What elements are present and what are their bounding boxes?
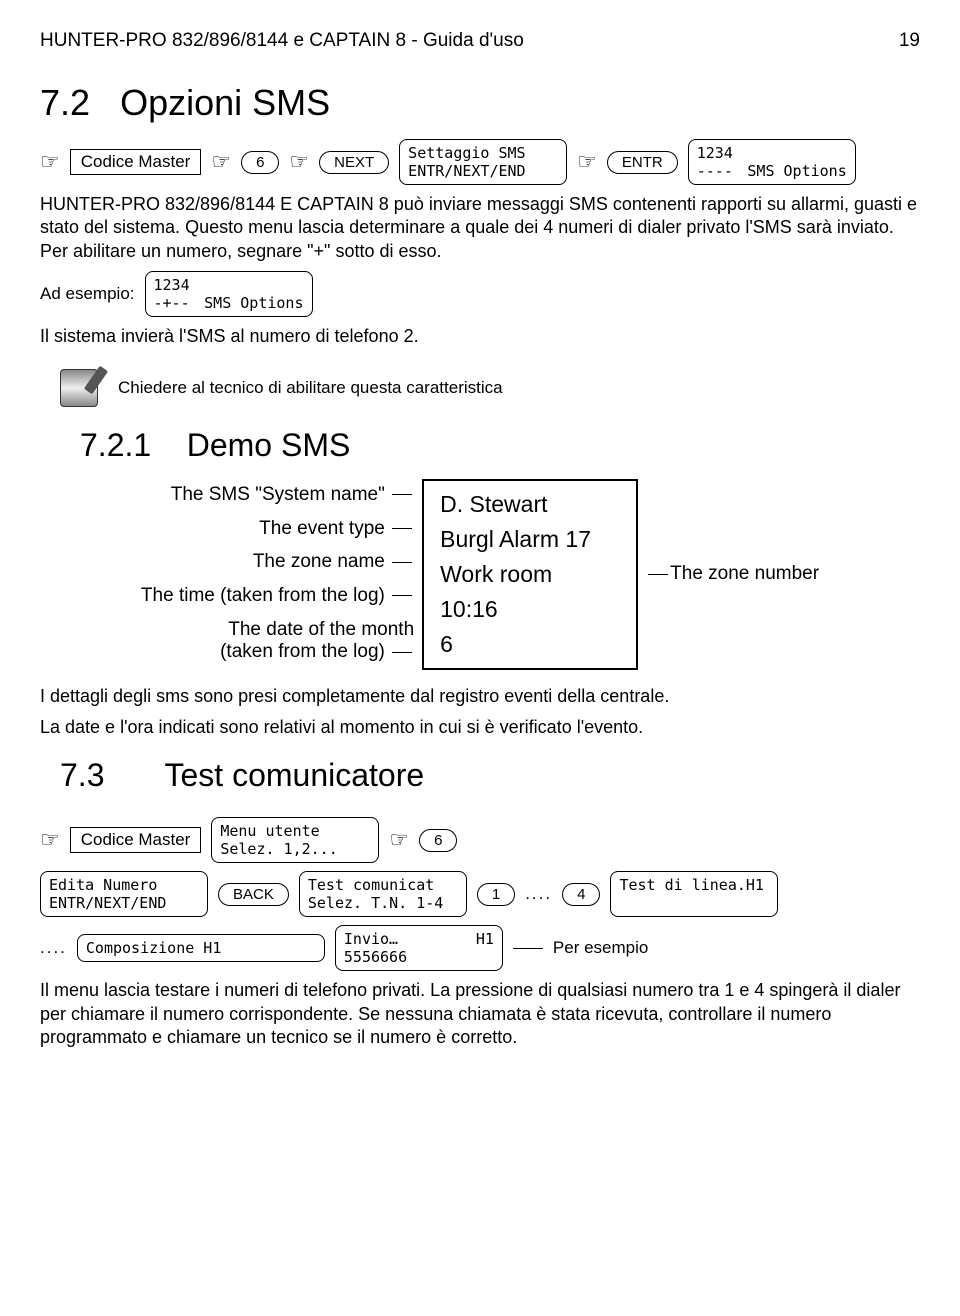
key-1: 1 [477, 883, 515, 906]
heading-7-2-1: 7.2.1 Demo SMS [80, 427, 920, 464]
key-4: 4 [562, 883, 600, 906]
demo-right-label: The zone number [638, 479, 819, 670]
sequence-7-3-row1: ☞ Codice Master Menu utente Selez. 1,2..… [40, 817, 920, 863]
note-text: Chiedere al tecnico di abilitare questa … [118, 378, 503, 398]
lcd-test-comunicat: Test comunicat Selez. T.N. 1-4 [299, 871, 467, 917]
demo-sms-figure: The SMS "System name" The event type The… [40, 479, 920, 670]
lcd-example: 1234 -+--SMS Options [145, 271, 313, 317]
ad-esempio-label: Ad esempio: [40, 284, 135, 304]
key-next: NEXT [319, 151, 389, 174]
dots: .... [525, 884, 552, 904]
per-esempio-label: Per esempio [553, 938, 648, 958]
note-7-2: Chiedere al tecnico di abilitare questa … [60, 369, 920, 407]
lcd-edita-numero: Edita Numero ENTR/NEXT/END [40, 871, 208, 917]
para-7-2-example: Il sistema invierà l'SMS al numero di te… [40, 325, 920, 348]
example-7-2: Ad esempio: 1234 -+--SMS Options [40, 271, 920, 317]
dots: .... [40, 938, 67, 958]
hand-icon: ☞ [289, 149, 309, 175]
para-7-2-desc: HUNTER-PRO 832/896/8144 E CAPTAIN 8 può … [40, 193, 920, 263]
hand-icon: ☞ [389, 827, 409, 853]
para-7-3: Il menu lascia testare i numeri di telef… [40, 979, 920, 1049]
hand-icon: ☞ [577, 149, 597, 175]
para-7-2-1-b: La date e l'ora indicati sono relativi a… [40, 716, 920, 739]
hand-icon: ☞ [40, 827, 60, 853]
lcd-menu-utente: Menu utente Selez. 1,2... [211, 817, 379, 863]
hand-icon: ☞ [211, 149, 231, 175]
lcd-invio: Invio…H1 5556666 [335, 925, 503, 971]
para-7-2-1-a: I dettagli degli sms sono presi completa… [40, 685, 920, 708]
demo-sms-box: D. Stewart Burgl Alarm 17 Work room 10:1… [422, 479, 638, 670]
lcd-test-linea: Test di linea.H1 [610, 871, 778, 917]
hand-icon: ☞ [40, 149, 60, 175]
key-6: 6 [419, 829, 457, 852]
heading-7-2: 7.2 Opzioni SMS [40, 82, 920, 124]
demo-left-labels: The SMS "System name" The event type The… [141, 479, 422, 670]
key-back: BACK [218, 883, 289, 906]
heading-7-3: 7.3 Test comunicatore [40, 747, 920, 809]
codice-master-key: Codice Master [70, 827, 202, 853]
lcd-settaggio-sms: Settaggio SMS ENTR/NEXT/END [399, 139, 567, 185]
sequence-7-3-row2: Edita Numero ENTR/NEXT/END BACK Test com… [40, 871, 920, 917]
key-entr: ENTR [607, 151, 678, 174]
header-title: HUNTER-PRO 832/896/8144 e CAPTAIN 8 - Gu… [40, 30, 524, 52]
note-icon [60, 369, 98, 407]
header-page: 19 [899, 30, 920, 52]
lcd-composizione: Composizione H1 [77, 934, 325, 962]
sequence-7-3-row3: .... Composizione H1 Invio…H1 5556666 Pe… [40, 925, 920, 971]
sequence-7-2: ☞ Codice Master ☞ 6 ☞ NEXT Settaggio SMS… [40, 139, 920, 185]
key-6: 6 [241, 151, 279, 174]
lcd-sms-options: 1234 ----SMS Options [688, 139, 856, 185]
codice-master-key: Codice Master [70, 149, 202, 175]
connector-line [513, 948, 543, 949]
page-header: HUNTER-PRO 832/896/8144 e CAPTAIN 8 - Gu… [40, 30, 920, 52]
